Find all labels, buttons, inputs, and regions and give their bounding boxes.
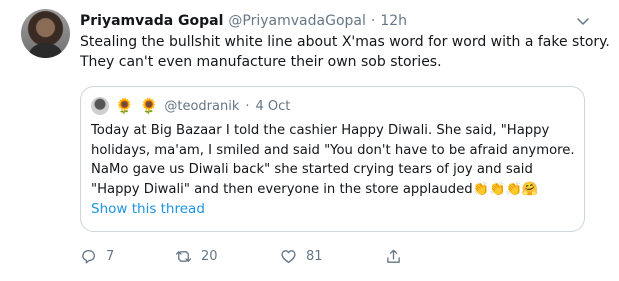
chevron-down-icon[interactable]	[575, 13, 591, 29]
author-handle[interactable]: @PriyamvadaGopal	[228, 13, 365, 29]
avatar[interactable]	[21, 9, 70, 58]
reply-icon	[82, 249, 96, 263]
reply-button[interactable]: 7	[80, 246, 114, 266]
retweet-icon	[175, 250, 192, 262]
retweet-count: 20	[201, 248, 218, 264]
separator-dot: ·	[245, 98, 250, 114]
tweet-actions: 7 20 81	[80, 246, 500, 266]
quoted-text-line: Today at Big Bazaar I told the cashier H…	[91, 123, 550, 138]
quoted-tweet-header: 🌻 🌻 @teodranik · 4 Oct	[91, 96, 290, 116]
quoted-text-line: holidays, ma'am, I smiled and said "You …	[91, 142, 575, 158]
quoted-text: Today at Big Bazaar I told the cashier H…	[91, 121, 581, 199]
tweet-timestamp[interactable]: 12h	[380, 13, 407, 29]
sunflower-emoji: 🌻	[115, 97, 134, 115]
tweet-header: Priyamvada Gopal @PriyamvadaGopal · 12h	[80, 11, 407, 31]
like-count: 81	[306, 248, 323, 264]
quoted-date: 4 Oct	[255, 98, 291, 114]
author-name[interactable]: Priyamvada Gopal	[80, 13, 223, 29]
quoted-text-line: NaMo gave us Diwali back" she started cr…	[91, 162, 533, 177]
share-button[interactable]	[385, 246, 402, 266]
quoted-tweet[interactable]: 🌻 🌻 @teodranik · 4 Oct Today at Big Baza…	[80, 86, 585, 232]
share-icon	[387, 249, 400, 263]
tweet-text-line: Stealing the bullshit white line about X…	[80, 34, 610, 50]
quoted-avatar[interactable]	[91, 97, 109, 115]
quoted-text-line: "Happy Diwali" and then everyone in the …	[91, 181, 539, 197]
tweet[interactable]: Priyamvada Gopal @PriyamvadaGopal · 12h …	[0, 0, 619, 281]
tweet-text-line: They can't even manufacture their own so…	[80, 54, 442, 70]
reply-count: 7	[106, 248, 115, 264]
heart-icon	[281, 249, 296, 263]
show-thread-link[interactable]: Show this thread	[91, 201, 205, 217]
quoted-handle: @teodranik	[164, 98, 240, 114]
like-button[interactable]: 81	[280, 246, 323, 266]
separator-dot: ·	[370, 13, 376, 29]
tweet-text: Stealing the bullshit white line about X…	[80, 32, 610, 72]
sunflower-emoji: 🌻	[139, 97, 159, 115]
retweet-button[interactable]: 20	[175, 246, 218, 266]
